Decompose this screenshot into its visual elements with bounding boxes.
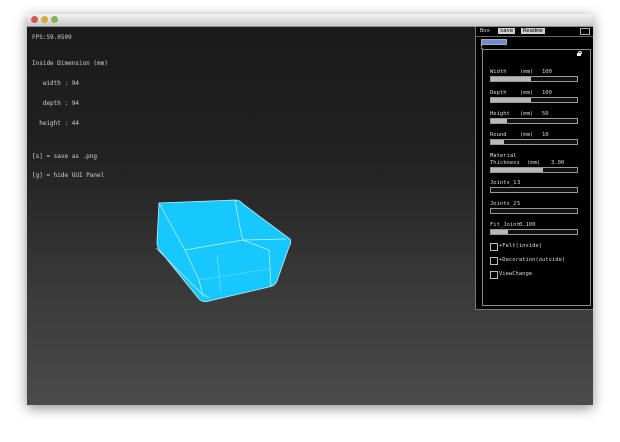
thickness-value: 3.00 xyxy=(551,159,565,166)
hud-line: height : 44 xyxy=(32,119,79,127)
minimize-window-button[interactable] xyxy=(41,16,48,23)
tab-box[interactable]: Box xyxy=(478,28,492,34)
tab-save[interactable]: save xyxy=(498,28,516,34)
round-label: Round xyxy=(490,132,507,138)
app-window: FPS:59.0509 Inside Dimension (mm) width … xyxy=(27,14,593,405)
page-indicator[interactable] xyxy=(481,39,507,45)
panel-minimize-button[interactable] xyxy=(580,28,590,35)
joints1-control: Joints_13 xyxy=(490,180,584,193)
joints1-slider[interactable] xyxy=(490,187,578,193)
hud-line: width : 94 xyxy=(32,79,79,87)
checkbox[interactable] xyxy=(490,271,498,279)
height-value: 50 xyxy=(542,111,549,117)
title-bar[interactable] xyxy=(27,14,593,27)
slider-fill xyxy=(491,77,531,81)
height-slider[interactable] xyxy=(490,118,578,124)
depth-unit: (mm) xyxy=(520,90,534,96)
depth-control: Depth (mm) 100 xyxy=(490,90,584,103)
slider-fill xyxy=(491,119,507,123)
joints1-value: 3 xyxy=(517,180,521,186)
hud-line: depth : 94 xyxy=(32,99,79,107)
width-slider[interactable] xyxy=(490,76,578,82)
width-value: 100 xyxy=(542,69,552,75)
checkbox[interactable] xyxy=(490,257,498,265)
felt-toggle-label: +Felt(inside) xyxy=(499,243,543,249)
3d-viewport[interactable]: FPS:59.0509 Inside Dimension (mm) width … xyxy=(27,27,593,405)
width-unit: (mm) xyxy=(520,69,534,75)
box-3d-model[interactable] xyxy=(151,195,291,315)
hud-info: Inside Dimension (mm) width : 94 depth :… xyxy=(32,48,108,193)
slider-fill xyxy=(491,230,508,234)
thickness-control: Material Thickness (mm) 3.00 xyxy=(490,153,584,173)
view-change-toggle-label: ViewChange xyxy=(499,271,533,277)
depth-slider[interactable] xyxy=(490,97,578,103)
round-control: Round (mm) 10 xyxy=(490,132,584,145)
depth-label: Depth xyxy=(490,90,507,96)
hud-line: Inside Dimension (mm) xyxy=(32,60,108,68)
width-label: Width xyxy=(490,69,507,75)
joints1-label: Joints_1 xyxy=(490,180,517,186)
round-unit: (mm) xyxy=(520,132,534,138)
height-control: Height (mm) 50 xyxy=(490,111,584,124)
height-unit: (mm) xyxy=(520,111,534,117)
checkbox[interactable] xyxy=(490,243,498,251)
thickness-label-line2: Thickness xyxy=(490,159,520,166)
fps-counter: FPS:59.0509 xyxy=(32,34,72,41)
panel-tabs: Box save Readme xyxy=(476,27,593,37)
joints2-label: Joints_2 xyxy=(490,201,517,207)
slider-fill xyxy=(491,98,531,102)
thickness-slider[interactable] xyxy=(490,167,578,173)
slider-fill xyxy=(491,140,504,144)
slider-fill xyxy=(491,168,543,172)
width-control: Width (mm) 100 xyxy=(490,69,584,82)
joints2-slider[interactable] xyxy=(490,208,578,214)
round-slider[interactable] xyxy=(490,139,578,145)
tab-readme[interactable]: Readme xyxy=(521,28,545,34)
depth-value: 100 xyxy=(542,90,552,96)
thickness-unit: (mm) xyxy=(527,159,541,166)
joints2-control: Joints_25 xyxy=(490,201,584,214)
joints2-value: 5 xyxy=(517,201,521,207)
fit-joint-control: Fit_Joint0.100 xyxy=(490,222,584,235)
hud-line: [g] = hide GUI Panel xyxy=(32,172,105,180)
gui-panel: Box save Readme 1 Width (mm) 100 Depth (mm)… xyxy=(475,27,593,310)
controls-group: Width (mm) 100 Depth (mm) 100 Height (mm) 50 R… xyxy=(482,49,591,306)
hud-line: [s] = save as .png xyxy=(32,152,98,160)
decoration-toggle-label: +Decoration(outside) xyxy=(499,257,566,263)
close-window-button[interactable] xyxy=(31,16,38,23)
round-value: 10 xyxy=(542,132,549,138)
fit-joint-label: Fit_Joint xyxy=(490,222,520,228)
height-label: Height xyxy=(490,111,510,117)
fit-joint-slider[interactable] xyxy=(490,229,578,235)
zoom-window-button[interactable] xyxy=(51,16,58,23)
fit-joint-value: 0.100 xyxy=(519,222,536,228)
